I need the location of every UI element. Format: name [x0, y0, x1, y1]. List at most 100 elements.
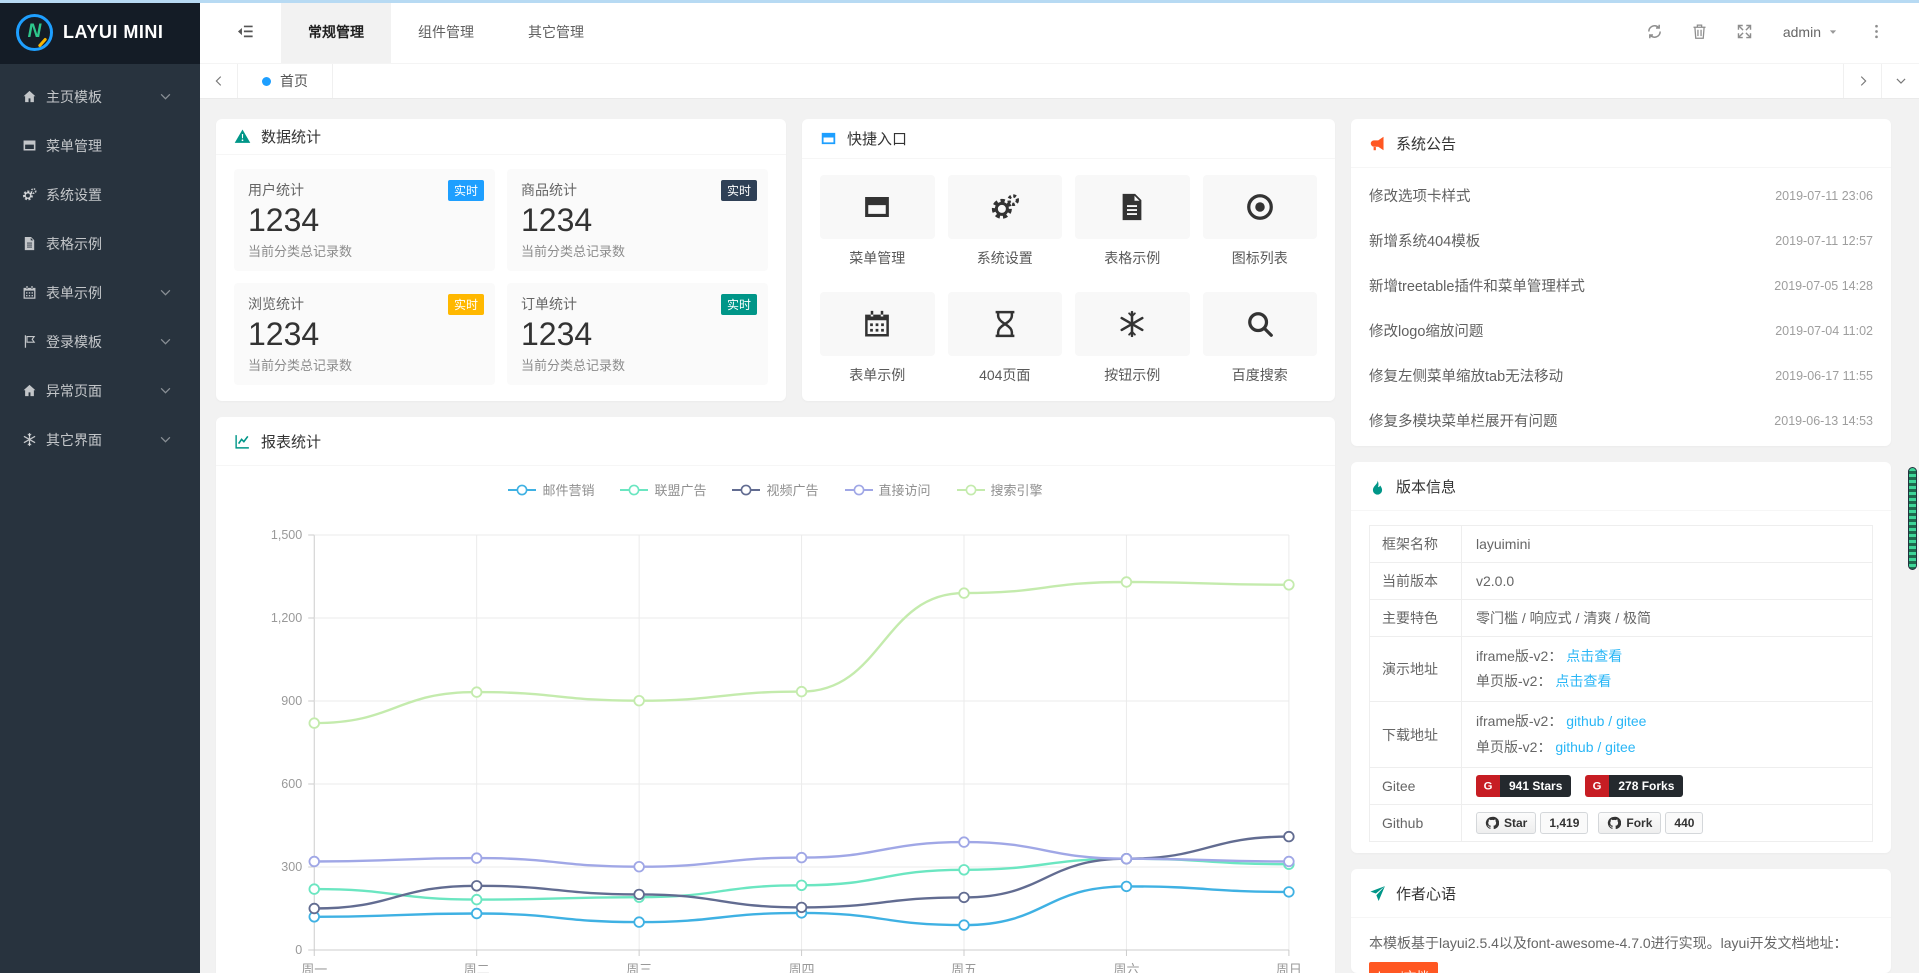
announcement-text: 修复多模块菜单栏展开有问题	[1369, 410, 1558, 431]
quick-entry-表单示例[interactable]: 表单示例	[820, 292, 935, 385]
github-badge[interactable]: Fork 440	[1598, 812, 1703, 834]
chart-area: 03006009001,2001,500周一周二周三周四周五周六周日	[216, 499, 1335, 973]
announcement-item[interactable]: 新增系统404模板 2019-07-11 12:57	[1369, 218, 1873, 263]
page-scrollbar-thumb[interactable]	[1908, 467, 1917, 570]
flag-icon	[22, 334, 46, 349]
sidebar-item[interactable]: 异常页面	[0, 366, 200, 415]
gitee-badge[interactable]: G 941 Stars	[1476, 775, 1571, 797]
logo[interactable]: N LAYUI MINI	[0, 0, 200, 64]
svg-text:300: 300	[281, 860, 302, 874]
sidebar-item[interactable]: 表格示例	[0, 219, 200, 268]
stat-card[interactable]: 商品统计 实时 1234 当前分类总记录数	[507, 169, 768, 271]
caret-down-icon	[1828, 27, 1838, 37]
fullscreen-icon[interactable]	[1722, 23, 1767, 40]
chevron-down-icon	[158, 383, 182, 398]
window-icon	[22, 138, 46, 153]
gears-icon	[22, 187, 46, 202]
announcement-item[interactable]: 新增treetable插件和菜单管理样式 2019-07-05 14:28	[1369, 263, 1873, 308]
gears-icon	[990, 192, 1020, 222]
left-column: 数据统计 用户统计 实时 1234 当前分类总记录数 商品统计 实时 1234 …	[216, 119, 1335, 973]
topnav-tab[interactable]: 常规管理	[281, 0, 391, 63]
legend-item-直接访问[interactable]: 直接访问	[845, 480, 931, 499]
quick-entry-系统设置[interactable]: 系统设置	[948, 175, 1063, 268]
sidebar-item[interactable]: 登录模板	[0, 317, 200, 366]
link-gitee[interactable]: gitee	[1605, 739, 1635, 755]
logo-icon: N	[16, 14, 53, 51]
quick-entry-404页面[interactable]: 404页面	[948, 292, 1063, 385]
chevron-down-icon	[158, 285, 182, 300]
legend-item-联盟广告[interactable]: 联盟广告	[620, 480, 706, 499]
topnav-tab[interactable]: 其它管理	[501, 0, 611, 63]
quick-entry-表格示例[interactable]: 表格示例	[1075, 175, 1190, 268]
tabs-menu-icon[interactable]	[1881, 64, 1919, 98]
announce-title: 系统公告	[1396, 133, 1456, 154]
author-card: 作者心语 本模板基于layui2.5.4以及font-awesome-4.7.0…	[1351, 869, 1891, 973]
legend-item-搜索引擎[interactable]: 搜索引擎	[957, 480, 1043, 499]
tab-label: 首页	[280, 71, 308, 91]
link-github[interactable]: github	[1566, 713, 1604, 729]
clear-cache-icon[interactable]	[1677, 23, 1722, 40]
github-badge[interactable]: Star 1,419	[1476, 812, 1588, 834]
file-icon	[1117, 192, 1147, 222]
sidebar-item[interactable]: 系统设置	[0, 170, 200, 219]
more-menu-icon[interactable]	[1854, 23, 1899, 40]
gitee-icon: G	[1476, 775, 1500, 797]
link-点击查看[interactable]: 点击查看	[1555, 673, 1611, 689]
stat-card[interactable]: 浏览统计 实时 1234 当前分类总记录数	[234, 283, 495, 385]
tabs-scroll-right-icon[interactable]	[1843, 64, 1881, 98]
user-menu[interactable]: admin	[1767, 24, 1854, 40]
quick-entry-菜单管理[interactable]: 菜单管理	[820, 175, 935, 268]
quick-entry-按钮示例[interactable]: 按钮示例	[1075, 292, 1190, 385]
sidebar-item[interactable]: 主页模板	[0, 72, 200, 121]
svg-text:周三: 周三	[626, 962, 652, 973]
quick-entry-百度搜索[interactable]: 百度搜索	[1203, 292, 1318, 385]
version-row: 当前版本 v2.0.0	[1370, 563, 1873, 600]
quick-entry-label: 404页面	[948, 365, 1063, 385]
quick-entry-label: 系统设置	[948, 248, 1063, 268]
calendar-icon	[22, 285, 46, 300]
announcement-item[interactable]: 修复多模块菜单栏展开有问题 2019-06-13 14:53	[1369, 398, 1873, 443]
stat-value: 1234	[248, 317, 481, 352]
snowflake-icon	[1117, 309, 1147, 339]
gitee-icon: G	[1585, 775, 1609, 797]
stat-card[interactable]: 订单统计 实时 1234 当前分类总记录数	[507, 283, 768, 385]
topnav-tab[interactable]: 组件管理	[391, 0, 501, 63]
flame-icon	[1369, 478, 1386, 495]
announcement-item[interactable]: 修改选项卡样式 2019-07-11 23:06	[1369, 173, 1873, 218]
sidebar-item[interactable]: 表单示例	[0, 268, 200, 317]
link-点击查看[interactable]: 点击查看	[1566, 648, 1622, 664]
sidebar-item[interactable]: 菜单管理	[0, 121, 200, 170]
paper-plane-icon	[1369, 885, 1386, 902]
content: 数据统计 用户统计 实时 1234 当前分类总记录数 商品统计 实时 1234 …	[200, 99, 1919, 973]
legend-label: 视频广告	[766, 480, 818, 499]
announcement-date: 2019-07-04 11:02	[1775, 324, 1873, 338]
quick-entry-图标列表[interactable]: 图标列表	[1203, 175, 1318, 268]
legend-item-邮件营销[interactable]: 邮件营销	[508, 480, 594, 499]
svg-text:G: G	[1593, 780, 1602, 792]
collapse-sidebar-icon[interactable]	[236, 22, 255, 41]
status-badge: 实时	[721, 294, 757, 315]
version-row: 下载地址 iframe版-v2： github / gitee单页版-v2： g…	[1370, 702, 1873, 767]
svg-text:周二: 周二	[464, 962, 490, 973]
version-title: 版本信息	[1396, 476, 1456, 497]
announcement-item[interactable]: 修复左侧菜单缩放tab无法移动 2019-06-17 11:55	[1369, 353, 1873, 398]
tab-首页[interactable]: 首页	[238, 64, 333, 98]
sidebar-item[interactable]: 其它界面	[0, 415, 200, 464]
svg-text:周日: 周日	[1276, 962, 1302, 973]
stat-card[interactable]: 用户统计 实时 1234 当前分类总记录数	[234, 169, 495, 271]
link-github[interactable]: github	[1555, 739, 1593, 755]
gitee-badge[interactable]: G 278 Forks	[1585, 775, 1683, 797]
tabs-scroll-left-icon[interactable]	[200, 64, 238, 98]
svg-text:周一: 周一	[301, 962, 327, 973]
sidebar: N LAYUI MINI 主页模板 菜单管理 系统设置 表格示例 表单示例 登录…	[0, 0, 200, 973]
version-row: 框架名称 layuimini	[1370, 526, 1873, 563]
layui-doc-badge[interactable]: layui文档	[1369, 962, 1438, 973]
announcement-item[interactable]: 修改logo缩放问题 2019-07-04 11:02	[1369, 308, 1873, 353]
link-prefix: 单页版-v2：	[1476, 673, 1551, 689]
version-row-value: iframe版-v2： github / gitee单页版-v2： github…	[1462, 702, 1873, 767]
version-row: 演示地址 iframe版-v2： 点击查看单页版-v2： 点击查看	[1370, 637, 1873, 702]
legend-item-视频广告[interactable]: 视频广告	[732, 480, 818, 499]
refresh-icon[interactable]	[1632, 23, 1677, 40]
logo-title: LAYUI MINI	[63, 22, 163, 43]
link-gitee[interactable]: gitee	[1616, 713, 1646, 729]
